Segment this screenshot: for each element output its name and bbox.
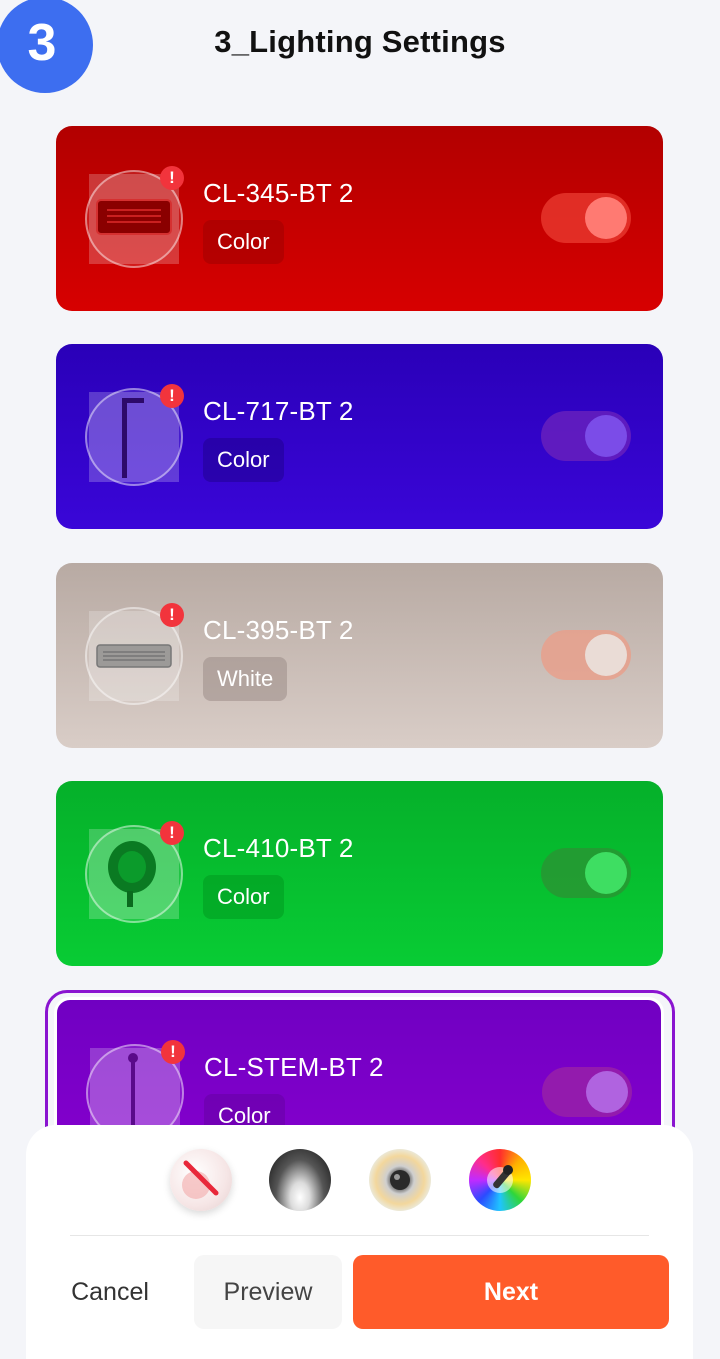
light-name: CL-STEM-BT 2 [204, 1052, 384, 1082]
sheet-divider [70, 1235, 649, 1236]
mode-tag[interactable]: Color [203, 438, 284, 482]
light-name: CL-717-BT 2 [203, 396, 354, 426]
toggle-knob [585, 197, 627, 239]
toggle-knob [585, 415, 627, 457]
light-card-cl-345[interactable]: ! CL-345-BT 2 Color [56, 126, 663, 311]
lens-effect-icon[interactable] [369, 1149, 431, 1211]
power-toggle[interactable] [541, 630, 631, 680]
alert-badge: ! [160, 384, 184, 408]
alert-badge: ! [161, 1040, 185, 1064]
light-name: CL-395-BT 2 [203, 615, 354, 645]
spotlight-effect-icon[interactable] [269, 1149, 331, 1211]
mode-tag[interactable]: White [203, 657, 288, 701]
light-card-cl-395[interactable]: ! CL-395-BT 2 White [56, 563, 663, 748]
light-name: CL-345-BT 2 [203, 178, 354, 208]
color-picker-effect-icon[interactable] [469, 1149, 531, 1211]
next-button[interactable]: Next [353, 1255, 669, 1329]
mode-tag[interactable]: Color [203, 220, 284, 264]
alert-badge: ! [160, 821, 184, 845]
preview-button[interactable]: Preview [194, 1255, 342, 1329]
toggle-knob [585, 852, 627, 894]
light-name: CL-410-BT 2 [203, 833, 354, 863]
cancel-button[interactable]: Cancel [48, 1255, 172, 1329]
toggle-knob [585, 634, 627, 676]
toggle-knob [586, 1071, 628, 1113]
off-effect-icon[interactable] [170, 1149, 232, 1211]
power-toggle[interactable] [541, 193, 631, 243]
page-title: 3_Lighting Settings [214, 24, 506, 59]
power-toggle[interactable] [541, 411, 631, 461]
alert-badge: ! [160, 603, 184, 627]
light-card-cl-410[interactable]: ! CL-410-BT 2 Color [56, 781, 663, 966]
power-toggle[interactable] [542, 1067, 632, 1117]
light-card-cl-717[interactable]: ! CL-717-BT 2 Color [56, 344, 663, 529]
effects-bottom-sheet: Cancel Preview Next [26, 1125, 693, 1359]
mode-tag[interactable]: Color [203, 875, 284, 919]
alert-badge: ! [160, 166, 184, 190]
power-toggle[interactable] [541, 848, 631, 898]
